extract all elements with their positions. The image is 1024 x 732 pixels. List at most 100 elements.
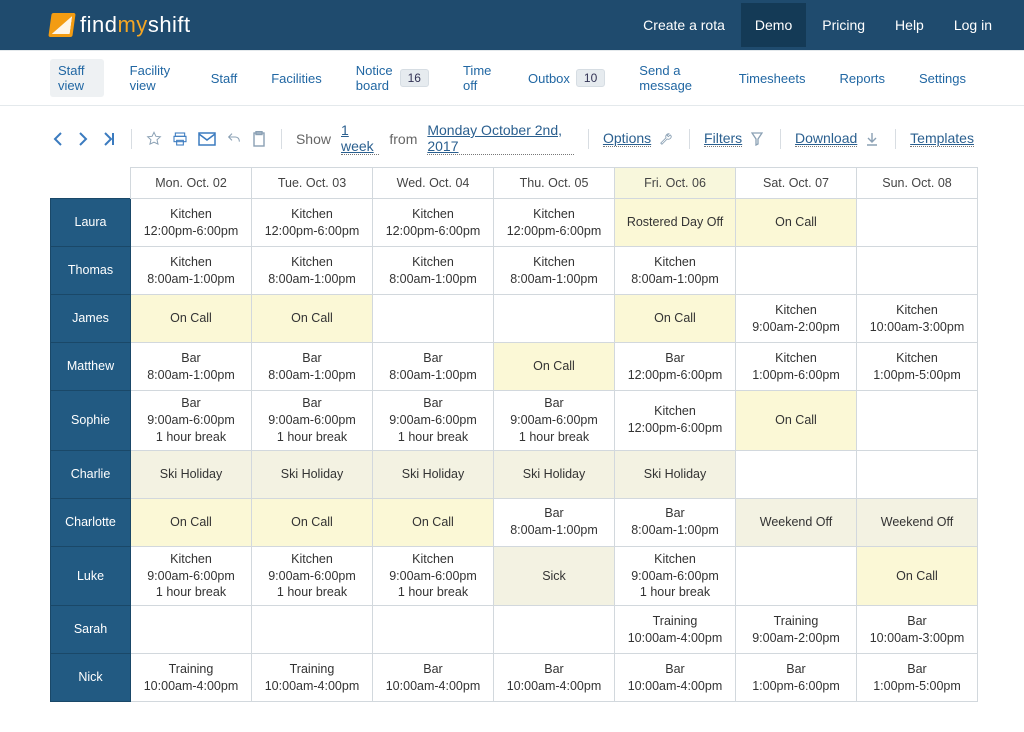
shift-cell[interactable]: On Call bbox=[615, 295, 736, 343]
submenu-item[interactable]: Staff bbox=[203, 67, 246, 90]
staff-name-cell[interactable]: Laura bbox=[51, 199, 131, 247]
shift-cell[interactable]: Training10:00am-4:00pm bbox=[615, 606, 736, 654]
staff-name-cell[interactable]: Charlie bbox=[51, 450, 131, 498]
submenu-item[interactable]: Timesheets bbox=[731, 67, 814, 90]
staff-name-cell[interactable]: Matthew bbox=[51, 343, 131, 391]
submenu-item[interactable]: Notice board16 bbox=[348, 59, 437, 97]
shift-cell[interactable]: Training10:00am-4:00pm bbox=[131, 654, 252, 702]
shift-cell[interactable]: Ski Holiday bbox=[252, 450, 373, 498]
shift-cell[interactable]: Kitchen10:00am-3:00pm bbox=[857, 295, 978, 343]
shift-cell[interactable]: Bar10:00am-4:00pm bbox=[615, 654, 736, 702]
shift-cell[interactable]: Bar8:00am-1:00pm bbox=[252, 343, 373, 391]
shift-cell[interactable]: Kitchen9:00am-2:00pm bbox=[736, 295, 857, 343]
shift-cell[interactable]: Bar8:00am-1:00pm bbox=[131, 343, 252, 391]
day-header[interactable]: Thu. Oct. 05 bbox=[494, 168, 615, 199]
shift-cell[interactable] bbox=[494, 606, 615, 654]
staff-name-cell[interactable]: Charlotte bbox=[51, 498, 131, 546]
shift-cell[interactable]: Bar8:00am-1:00pm bbox=[615, 498, 736, 546]
shift-cell[interactable]: Ski Holiday bbox=[615, 450, 736, 498]
shift-cell[interactable]: Kitchen1:00pm-6:00pm bbox=[736, 343, 857, 391]
prev-icon[interactable] bbox=[50, 130, 66, 148]
nav-demo[interactable]: Demo bbox=[741, 3, 806, 47]
shift-cell[interactable]: Ski Holiday bbox=[494, 450, 615, 498]
shift-cell[interactable] bbox=[736, 546, 857, 606]
day-header[interactable]: Sat. Oct. 07 bbox=[736, 168, 857, 199]
shift-cell[interactable] bbox=[736, 247, 857, 295]
shift-cell[interactable]: Kitchen12:00pm-6:00pm bbox=[252, 199, 373, 247]
shift-cell[interactable]: Kitchen8:00am-1:00pm bbox=[252, 247, 373, 295]
shift-cell[interactable]: On Call bbox=[131, 295, 252, 343]
shift-cell[interactable]: Kitchen12:00pm-6:00pm bbox=[373, 199, 494, 247]
shift-cell[interactable] bbox=[857, 199, 978, 247]
submenu-item[interactable]: Time off bbox=[455, 59, 502, 97]
shift-cell[interactable] bbox=[131, 606, 252, 654]
staff-name-cell[interactable]: Sophie bbox=[51, 391, 131, 451]
shift-cell[interactable]: Bar9:00am-6:00pm1 hour break bbox=[373, 391, 494, 451]
day-header[interactable]: Fri. Oct. 06 bbox=[615, 168, 736, 199]
shift-cell[interactable]: Bar9:00am-6:00pm1 hour break bbox=[494, 391, 615, 451]
submenu-item[interactable]: Reports bbox=[831, 67, 893, 90]
clipboard-icon[interactable] bbox=[252, 130, 268, 148]
submenu-item[interactable]: Send a message bbox=[631, 59, 712, 97]
staff-name-cell[interactable]: Sarah bbox=[51, 606, 131, 654]
shift-cell[interactable]: Weekend Off bbox=[736, 498, 857, 546]
shift-cell[interactable]: Kitchen12:00pm-6:00pm bbox=[615, 391, 736, 451]
date-link[interactable]: Monday October 2nd, 2017 bbox=[427, 122, 574, 155]
skip-icon[interactable] bbox=[101, 130, 117, 148]
staff-name-cell[interactable]: James bbox=[51, 295, 131, 343]
shift-cell[interactable]: On Call bbox=[736, 199, 857, 247]
shift-cell[interactable]: Kitchen8:00am-1:00pm bbox=[373, 247, 494, 295]
day-header[interactable]: Wed. Oct. 04 bbox=[373, 168, 494, 199]
shift-cell[interactable]: Bar10:00am-4:00pm bbox=[494, 654, 615, 702]
shift-cell[interactable]: Bar1:00pm-5:00pm bbox=[857, 654, 978, 702]
staff-name-cell[interactable]: Luke bbox=[51, 546, 131, 606]
shift-cell[interactable]: Bar8:00am-1:00pm bbox=[373, 343, 494, 391]
shift-cell[interactable]: Bar10:00am-3:00pm bbox=[857, 606, 978, 654]
shift-cell[interactable]: Kitchen9:00am-6:00pm1 hour break bbox=[252, 546, 373, 606]
nav-help[interactable]: Help bbox=[881, 3, 938, 47]
shift-cell[interactable]: Ski Holiday bbox=[131, 450, 252, 498]
shift-cell[interactable]: On Call bbox=[131, 498, 252, 546]
day-header[interactable]: Mon. Oct. 02 bbox=[131, 168, 252, 199]
submenu-item[interactable]: Facilities bbox=[263, 67, 330, 90]
shift-cell[interactable] bbox=[373, 606, 494, 654]
shift-cell[interactable]: On Call bbox=[494, 343, 615, 391]
range-link[interactable]: 1 week bbox=[341, 122, 379, 155]
shift-cell[interactable]: On Call bbox=[252, 295, 373, 343]
print-icon[interactable] bbox=[172, 130, 188, 148]
shift-cell[interactable]: Training9:00am-2:00pm bbox=[736, 606, 857, 654]
options-link[interactable]: Options bbox=[603, 130, 651, 147]
submenu-item[interactable]: Outbox10 bbox=[520, 65, 613, 91]
shift-cell[interactable]: Kitchen1:00pm-5:00pm bbox=[857, 343, 978, 391]
shift-cell[interactable]: Sick bbox=[494, 546, 615, 606]
shift-cell[interactable]: Ski Holiday bbox=[373, 450, 494, 498]
shift-cell[interactable]: Bar8:00am-1:00pm bbox=[494, 498, 615, 546]
shift-cell[interactable]: Kitchen8:00am-1:00pm bbox=[615, 247, 736, 295]
shift-cell[interactable] bbox=[494, 295, 615, 343]
shift-cell[interactable]: Kitchen9:00am-6:00pm1 hour break bbox=[373, 546, 494, 606]
submenu-item[interactable]: Facility view bbox=[122, 59, 185, 97]
day-header[interactable]: Sun. Oct. 08 bbox=[857, 168, 978, 199]
shift-cell[interactable]: On Call bbox=[373, 498, 494, 546]
download-link[interactable]: Download bbox=[795, 130, 857, 147]
shift-cell[interactable]: Kitchen8:00am-1:00pm bbox=[131, 247, 252, 295]
shift-cell[interactable]: Bar12:00pm-6:00pm bbox=[615, 343, 736, 391]
star-icon[interactable] bbox=[146, 130, 162, 148]
shift-cell[interactable]: On Call bbox=[252, 498, 373, 546]
shift-cell[interactable]: Training10:00am-4:00pm bbox=[252, 654, 373, 702]
shift-cell[interactable]: Bar9:00am-6:00pm1 hour break bbox=[131, 391, 252, 451]
staff-name-cell[interactable]: Nick bbox=[51, 654, 131, 702]
shift-cell[interactable]: Weekend Off bbox=[857, 498, 978, 546]
shift-cell[interactable] bbox=[857, 450, 978, 498]
shift-cell[interactable]: Kitchen12:00pm-6:00pm bbox=[131, 199, 252, 247]
nav-create-rota[interactable]: Create a rota bbox=[629, 3, 739, 47]
day-header[interactable]: Tue. Oct. 03 bbox=[252, 168, 373, 199]
undo-icon[interactable] bbox=[226, 130, 242, 148]
shift-cell[interactable] bbox=[252, 606, 373, 654]
nav-pricing[interactable]: Pricing bbox=[808, 3, 879, 47]
shift-cell[interactable] bbox=[373, 295, 494, 343]
shift-cell[interactable]: Kitchen9:00am-6:00pm1 hour break bbox=[615, 546, 736, 606]
shift-cell[interactable]: Rostered Day Off bbox=[615, 199, 736, 247]
shift-cell[interactable] bbox=[857, 391, 978, 451]
shift-cell[interactable]: Bar1:00pm-6:00pm bbox=[736, 654, 857, 702]
